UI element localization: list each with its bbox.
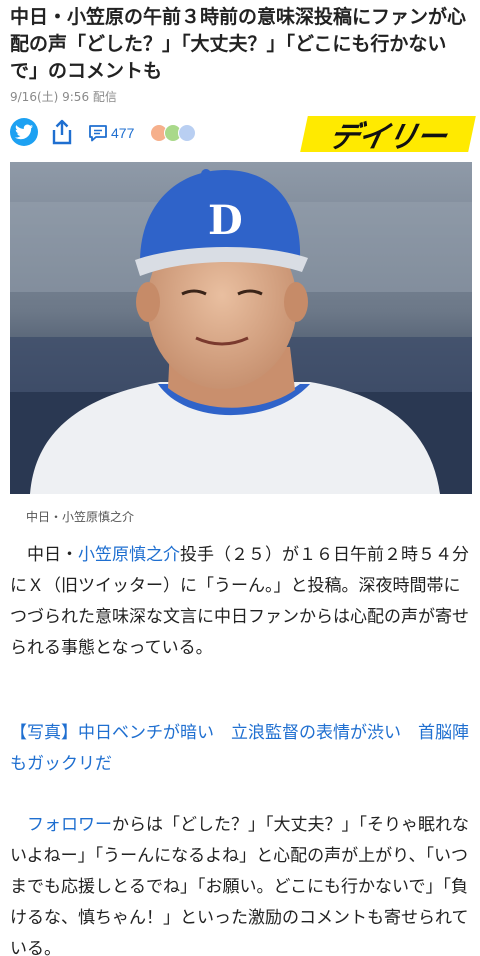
player-name-link[interactable]: 小笠原慎之介 bbox=[78, 545, 180, 565]
share-icon bbox=[52, 119, 72, 145]
publisher-logo[interactable]: デイリー bbox=[300, 116, 476, 155]
paragraph-2-text: からは「どした？」「大丈夫？」「そりゃ眠れないよねー」「うーんになるよね」と心配… bbox=[10, 815, 469, 956]
comment-bubble-icon bbox=[89, 125, 107, 142]
comments-button[interactable]: 477 bbox=[88, 122, 134, 144]
svg-text:D: D bbox=[208, 197, 243, 244]
article-paragraph-2: フォロワーからは「どした？」「大丈夫？」「そりゃ眠れないよねー」「うーんになるよ… bbox=[10, 810, 470, 956]
face-icon-blue bbox=[178, 124, 196, 142]
photo-caption: 中日・小笠原慎之介 bbox=[26, 510, 135, 524]
follower-link[interactable]: フォロワー bbox=[27, 815, 112, 835]
reaction-faces[interactable] bbox=[150, 122, 206, 144]
publish-date: 9/16(土) 9:56 配信 bbox=[10, 90, 117, 104]
twitter-share-button[interactable] bbox=[10, 118, 38, 146]
paragraph-1-prefix: 中日・ bbox=[27, 545, 78, 565]
twitter-bird-icon bbox=[15, 124, 33, 140]
article-headline: 中日・小笠原の午前３時前の意味深投稿にファンが心配の声「どした？」「大丈夫？」「… bbox=[10, 6, 467, 82]
related-photo-link[interactable]: 【写真】中日ベンチが暗い 立浪監督の表情が渋い 首脳陣もガックリだ bbox=[10, 718, 470, 780]
pitcher-photo: D bbox=[10, 162, 472, 494]
article-paragraph-1: 中日・小笠原慎之介投手（２５）が１６日午前２時５４分にＸ（旧ツイッター）に「うー… bbox=[10, 540, 470, 664]
share-button[interactable] bbox=[50, 118, 74, 146]
comment-count: 477 bbox=[111, 125, 135, 141]
article-photo[interactable]: D bbox=[10, 162, 472, 494]
publisher-logo-text: デイリー bbox=[325, 120, 449, 155]
share-toolbar: 477 デイリー bbox=[10, 116, 476, 155]
